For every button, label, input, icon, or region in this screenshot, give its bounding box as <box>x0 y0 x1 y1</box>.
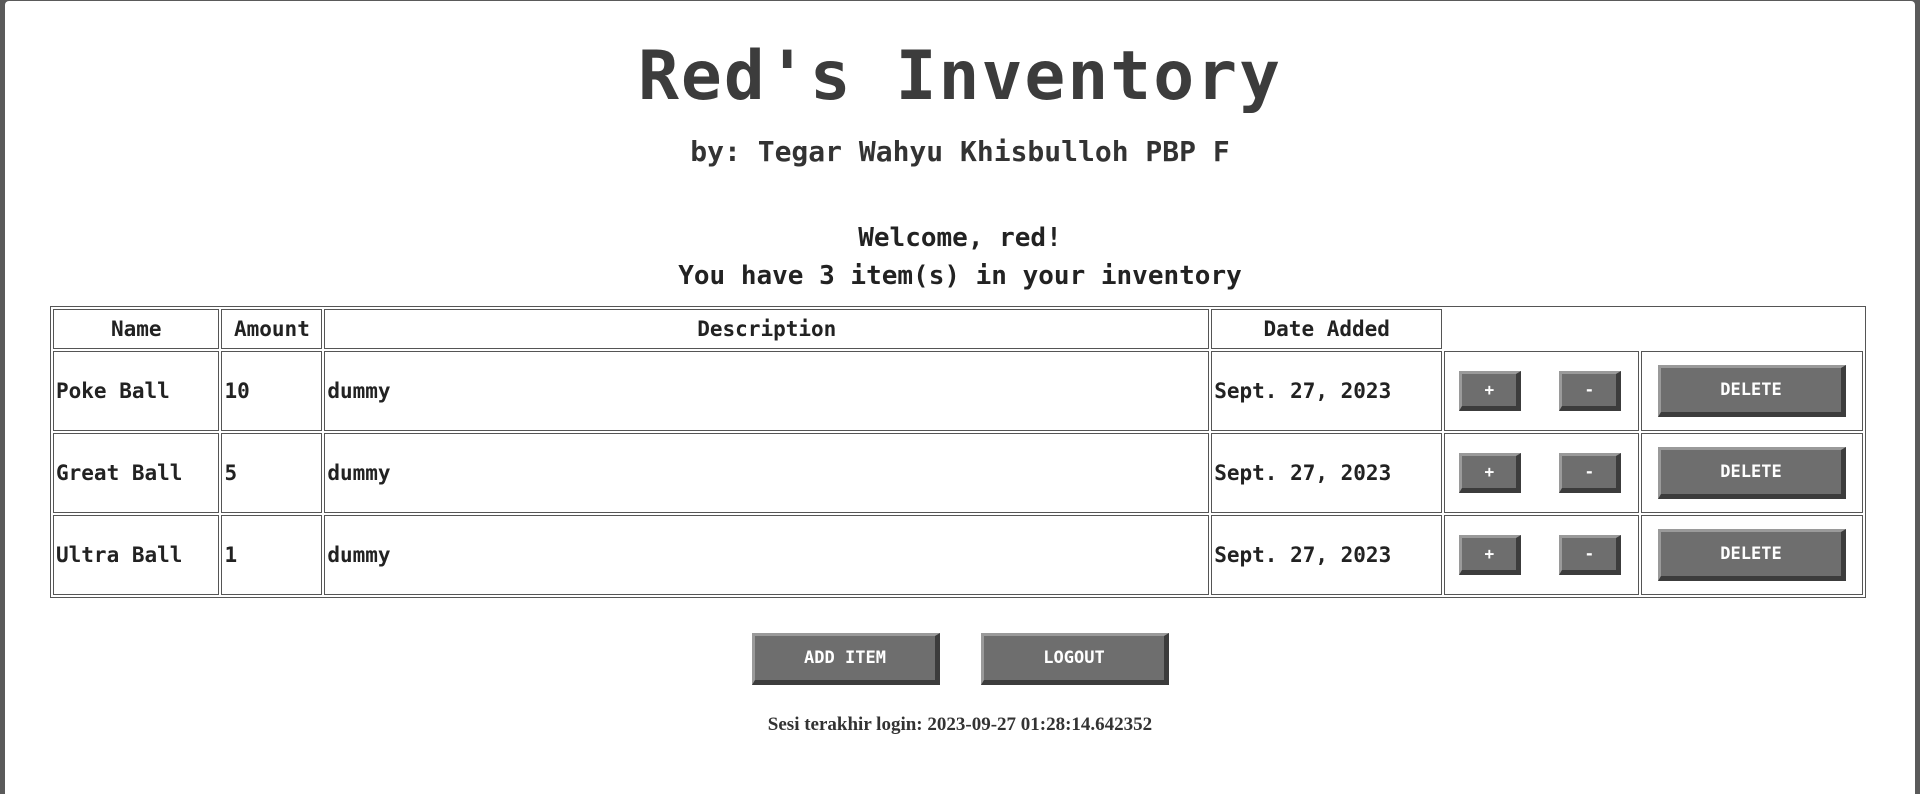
table-row: Great Ball 5 dummy Sept. 27, 2023 + - DEL… <box>53 433 1863 513</box>
increment-button[interactable]: + <box>1459 453 1522 493</box>
increment-button[interactable]: + <box>1459 371 1522 411</box>
cell-delete: DELETE <box>1640 351 1863 431</box>
header-name: Name <box>53 309 220 349</box>
cell-amount-actions: + - <box>1444 433 1639 513</box>
last-login-text: Sesi terakhir login: 2023-09-27 01:28:14… <box>767 714 1153 735</box>
cell-description: dummy <box>324 351 1210 431</box>
cell-amount-actions: + - <box>1444 351 1639 431</box>
header-description: Description <box>324 309 1210 349</box>
cell-date-added: Sept. 27, 2023 <box>1211 433 1443 513</box>
cell-delete: DELETE <box>1640 515 1863 595</box>
cell-amount: 10 <box>221 351 323 431</box>
delete-button[interactable]: DELETE <box>1657 529 1846 581</box>
decrement-button[interactable]: - <box>1559 535 1622 575</box>
table-header-row: Name Amount Description Date Added <box>53 309 1863 349</box>
cell-date-added: Sept. 27, 2023 <box>1211 351 1443 431</box>
cell-name: Poke Ball <box>53 351 220 431</box>
table-row: Ultra Ball 1 dummy Sept. 27, 2023 + - DEL… <box>53 515 1863 595</box>
cell-name: Great Ball <box>53 433 220 513</box>
header-date-added: Date Added <box>1211 309 1443 349</box>
table-row: Poke Ball 10 dummy Sept. 27, 2023 + - DEL… <box>53 351 1863 431</box>
increment-button[interactable]: + <box>1459 535 1522 575</box>
header-empty <box>1641 309 1863 349</box>
cell-name: Ultra Ball <box>53 515 220 595</box>
header-amount: Amount <box>221 309 323 349</box>
cell-date-added: Sept. 27, 2023 <box>1211 515 1443 595</box>
page-title: Red's Inventory <box>637 37 1283 116</box>
cell-amount: 5 <box>221 433 323 513</box>
delete-button[interactable]: DELETE <box>1657 365 1846 417</box>
cell-amount: 1 <box>221 515 323 595</box>
logout-button[interactable]: LOGOUT <box>981 633 1169 685</box>
cell-delete: DELETE <box>1640 433 1863 513</box>
decrement-button[interactable]: - <box>1559 371 1622 411</box>
cell-description: dummy <box>324 515 1210 595</box>
decrement-button[interactable]: - <box>1559 453 1622 493</box>
add-item-button[interactable]: ADD ITEM <box>752 633 940 685</box>
cell-amount-actions: + - <box>1444 515 1639 595</box>
welcome-message: Welcome, red! <box>858 223 1062 253</box>
header-empty <box>1444 309 1639 349</box>
delete-button[interactable]: DELETE <box>1657 447 1846 499</box>
inventory-table: Name Amount Description Date Added Poke … <box>50 306 1866 598</box>
page-subtitle: by: Tegar Wahyu Khisbulloh PBP F <box>690 135 1230 168</box>
item-count-message: You have 3 item(s) in your inventory <box>678 261 1242 291</box>
cell-description: dummy <box>324 433 1210 513</box>
